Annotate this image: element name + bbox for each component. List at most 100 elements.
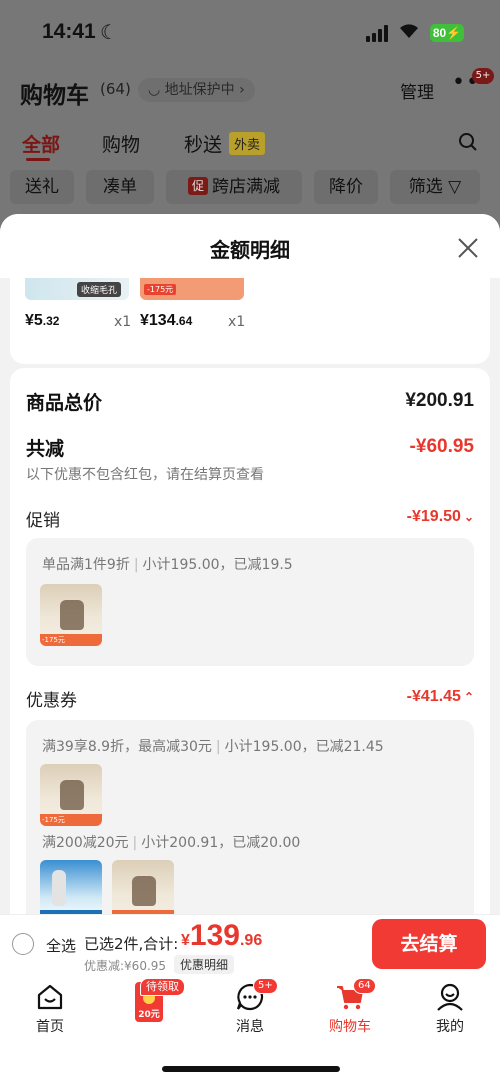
reduce-note: 以下优惠不包含红包，请在结算页查看 (26, 467, 264, 483)
product-image-tag: -175元 (42, 636, 65, 644)
promotion-rule-line: 单品满1件9折 | 小计195.00，已减19.5 (42, 557, 293, 573)
product-price-int: ¥134 (140, 312, 176, 329)
select-all-radio[interactable] (12, 933, 34, 955)
chip-bundle[interactable]: 凑单 (86, 170, 154, 204)
product-price-dec: .64 (175, 314, 193, 328)
chip-store-discount[interactable]: 促跨店满减 (166, 170, 302, 204)
total-price: ¥139.96 (181, 919, 262, 953)
product-image[interactable] (40, 860, 102, 914)
cart-count: (64) (100, 80, 131, 98)
product-thumbnail[interactable]: 收缩毛孔 (25, 278, 129, 300)
chip-filter[interactable]: 筛选 ▽ (390, 170, 480, 204)
background-page: 14:41 ☾ 80⚡ 购物车 (64) ◡ 地址保护中 › 管理 ••• 5+… (0, 0, 500, 230)
more-badge: 5+ (472, 68, 494, 84)
product-summary-card: 收缩毛孔 -175元 ¥5.32 x1 ¥134.64 x1 (10, 278, 490, 364)
address-protection-label: 地址保护中 (164, 82, 235, 98)
sheet-header: 金额明细 (0, 214, 500, 278)
coupon-detail-2: 小计200.91，已减20.00 (141, 835, 301, 851)
coupon-toggle[interactable]: -¥41.45 ⌃ (407, 688, 474, 706)
product-tag: -175元 (144, 284, 177, 295)
signal-icon (366, 24, 390, 42)
product-image[interactable]: -175元 (40, 764, 102, 826)
chip-filter-label: 筛选 (408, 177, 443, 197)
promotion-box: 单品满1件9折 | 小计195.00，已减19.5 -175元 (26, 538, 474, 666)
tab-all[interactable]: 全部 (22, 130, 60, 157)
coupon-box: 满39享8.9折，最高减30元 | 小计195.00，已减21.45 -175元 满… (26, 720, 474, 914)
chevron-down-icon: ⌄ (463, 510, 474, 524)
product-price-dec: .32 (42, 314, 60, 328)
home-indicator (162, 1066, 340, 1072)
tab-me[interactable]: 我的 (410, 976, 490, 1036)
price-breakdown-card: 商品总价 ¥200.91 共减 -¥60.95 以下优惠不包含红包，请在结算页查… (10, 368, 490, 914)
chip-gift[interactable]: 送礼 (10, 170, 74, 204)
product-qty: x1 (228, 314, 246, 330)
promotion-label: 促销 (26, 511, 60, 531)
filter-chips: 送礼 凑单 促跨店满减 降价 筛选 ▽ (0, 170, 500, 206)
wifi-icon (398, 21, 420, 44)
tab-cart[interactable]: 64 购物车 (310, 976, 390, 1036)
tab-shopping[interactable]: 购物 (102, 130, 140, 157)
checkout-button[interactable]: 去结算 (372, 919, 486, 969)
goods-total-value: ¥200.91 (405, 390, 474, 411)
status-bar: 14:41 ☾ 80⚡ (0, 0, 500, 64)
tab-underline (26, 158, 50, 161)
close-icon[interactable] (456, 236, 480, 260)
page-title: 购物车 (20, 83, 89, 109)
discount-detail-button[interactable]: 优惠明细 (174, 955, 235, 974)
coupon-rule-2: 满200减20元 (42, 835, 129, 851)
search-icon[interactable] (458, 132, 478, 152)
coupon-rule-line: 满39享8.9折，最高减30元 | 小计195.00，已减21.45 (42, 739, 384, 755)
chip-price-drop[interactable]: 降价 (314, 170, 378, 204)
coupon-value: -¥41.45 (406, 688, 461, 705)
coupon-detail-1: 小计195.00，已减21.45 (224, 739, 384, 755)
battery-level: 80 (432, 26, 447, 40)
promotion-toggle[interactable]: -¥19.50 ⌄ (407, 508, 474, 526)
product-image[interactable]: -175元 (40, 584, 102, 646)
red-packet-amount: 20元 (138, 1010, 160, 1020)
product-image[interactable] (112, 860, 174, 914)
funnel-icon: ▽ (448, 177, 462, 197)
product-price-int: ¥5 (25, 312, 43, 329)
tab-home[interactable]: 首页 (10, 976, 90, 1036)
cart-badge: 64 (353, 978, 376, 994)
pending-claim-badge: 待领取 (140, 978, 185, 996)
product-tag: 收缩毛孔 (76, 282, 121, 297)
goods-total-label: 商品总价 (26, 392, 103, 414)
home-icon (35, 982, 65, 1012)
product-qty: x1 (114, 314, 132, 330)
waimai-tag: 外卖 (229, 132, 266, 155)
tab-messages[interactable]: 5+ 消息 (210, 976, 290, 1036)
product-image-tag: -175元 (42, 816, 65, 824)
coupon-rule-1: 满39享8.9折，最高减30元 (42, 739, 212, 755)
message-icon: 5+ (235, 978, 278, 1012)
messages-badge: 5+ (253, 978, 278, 994)
total-reduce-label: 共减 (26, 438, 65, 460)
product-price: ¥5.32 (25, 312, 59, 330)
promo-tag: 促 (187, 177, 208, 195)
chip-store-discount-label: 跨店满减 (212, 177, 280, 197)
coupon-rule-line: 满200减20元 | 小计200.91，已减20.00 (42, 835, 301, 851)
sheet-title: 金额明细 (210, 238, 290, 262)
promotion-rule: 单品满1件9折 (42, 557, 130, 573)
battery-icon: 80⚡ (430, 24, 464, 42)
product-thumbnail[interactable]: -175元 (140, 278, 244, 300)
coupon-label: 优惠券 (26, 691, 77, 711)
total-symbol: ¥ (181, 932, 190, 949)
tab-instant[interactable]: 秒送 (184, 130, 222, 157)
chevron-up-icon: ⌃ (463, 690, 474, 704)
user-icon (435, 982, 465, 1012)
bottom-tab-bar: 首页 20元 待领取 5+ 消息 64 购物车 我的 (0, 976, 500, 1082)
amount-detail-sheet: 金额明细 收缩毛孔 -175元 ¥5.32 x1 ¥134.64 x1 商品总价… (0, 214, 500, 914)
product-price: ¥134.64 (140, 312, 192, 330)
address-protection-chip[interactable]: ◡ 地址保护中 › (138, 78, 255, 102)
discount-text: 优惠减:¥60.95 (84, 959, 167, 973)
promotion-detail: 小计195.00，已减19.5 (142, 557, 293, 573)
tab-messages-label: 消息 (236, 1019, 264, 1035)
cart-tabs: 全部 购物 秒送 外卖 (0, 126, 500, 162)
manage-button[interactable]: 管理 (400, 78, 434, 103)
tab-home-label: 首页 (36, 1019, 64, 1035)
select-all-label[interactable]: 全选 (46, 935, 76, 956)
selected-info: 已选2件,合计: (84, 935, 179, 953)
total-reduce-value: -¥60.95 (409, 436, 474, 457)
tab-me-label: 我的 (436, 1019, 464, 1035)
